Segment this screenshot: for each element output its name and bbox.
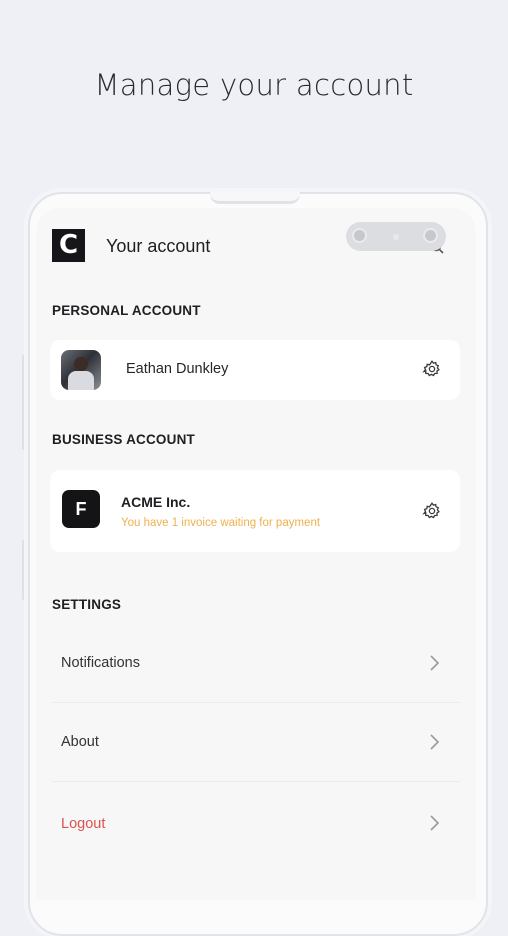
page-title: Your account [106, 236, 211, 256]
chevron-right-icon [428, 733, 440, 751]
business-account-heading: BUSINESS ACCOUNT [52, 432, 195, 447]
phone-side-button [22, 355, 25, 450]
phone-side-button [22, 540, 25, 600]
settings-item-logout[interactable]: Logout [52, 782, 460, 860]
settings-item-notifications[interactable]: Notifications [52, 624, 460, 702]
phone-notch [210, 191, 300, 204]
gear-icon[interactable] [422, 359, 442, 379]
settings-item-label: Notifications [61, 655, 140, 671]
settings-item-about[interactable]: About [52, 703, 460, 781]
invoice-notice: You have 1 invoice waiting for payment [121, 517, 321, 529]
personal-account-heading: PERSONAL ACCOUNT [52, 303, 201, 318]
personal-account-card[interactable]: Eathan Dunkley [50, 340, 460, 400]
personal-account-name: Eathan Dunkley [126, 361, 229, 377]
promo-headline: Manage your account [94, 68, 414, 102]
settings-item-label: About [61, 734, 99, 750]
gear-icon[interactable] [422, 501, 442, 521]
settings-heading: SETTINGS [52, 597, 122, 612]
front-camera-cutout [346, 222, 446, 251]
app-logo: C [52, 229, 85, 262]
chevron-right-icon [428, 654, 440, 672]
chevron-right-icon [428, 814, 440, 832]
business-account-name: ACME Inc. [121, 494, 191, 510]
business-logo: F [62, 490, 100, 528]
logout-label: Logout [61, 816, 106, 832]
business-account-card[interactable]: F ACME Inc. You have 1 invoice waiting f… [50, 470, 460, 552]
avatar [61, 350, 101, 390]
